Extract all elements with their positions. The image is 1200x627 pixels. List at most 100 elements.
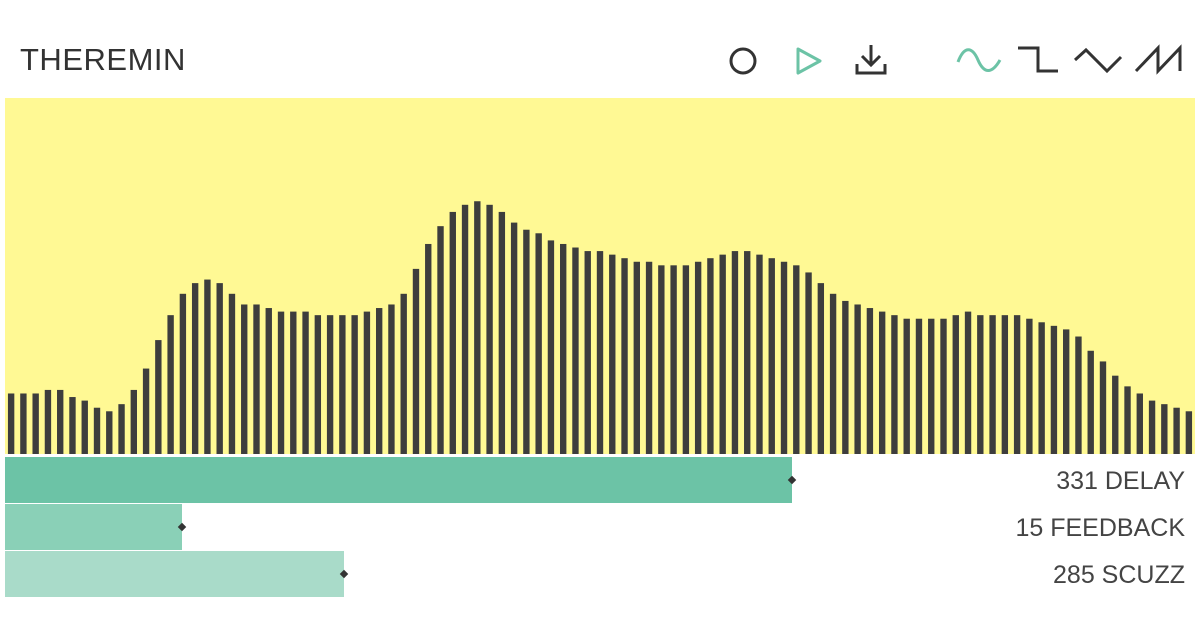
level-bar (682, 265, 690, 454)
level-bar (474, 201, 481, 454)
level-bar (670, 265, 677, 454)
feedback-label: 15 FEEDBACK (1015, 514, 1185, 542)
level-bar (866, 308, 874, 454)
level-bar (1038, 322, 1045, 454)
record-icon (729, 47, 757, 75)
level-bar (44, 389, 52, 454)
level-bar (498, 211, 506, 454)
level-bar (645, 261, 653, 454)
level-bar (829, 293, 837, 454)
audio-visualizer (5, 98, 1195, 454)
level-bar (903, 318, 910, 454)
level-bar (437, 226, 444, 454)
level-bar (314, 315, 322, 454)
level-bar (805, 272, 812, 454)
level-bar (1185, 411, 1193, 454)
download-button[interactable] (851, 40, 891, 80)
level-bar (928, 318, 935, 454)
level-bar (878, 311, 886, 454)
scuzz-slider-fill (5, 551, 345, 597)
level-bar (523, 229, 530, 454)
level-bar (989, 315, 996, 454)
level-bar (609, 254, 616, 454)
level-bar (793, 265, 800, 454)
level-bar (535, 233, 542, 454)
level-bar (572, 247, 579, 454)
waveform-sawtooth-button[interactable] (1134, 40, 1184, 80)
level-bar (253, 304, 260, 454)
level-bar (510, 222, 518, 454)
waveform-triangle-button[interactable] (1073, 40, 1123, 80)
feedback-slider[interactable]: 15 FEEDBACK (5, 504, 1195, 550)
level-bar (449, 211, 456, 454)
level-bar (817, 283, 825, 454)
level-bar (560, 243, 567, 454)
level-bar (1087, 350, 1094, 454)
level-bar (461, 204, 469, 454)
level-bar (204, 279, 211, 454)
level-bar (290, 311, 297, 454)
level-bar (326, 315, 334, 454)
level-bar (265, 308, 272, 454)
level-bar (596, 251, 604, 454)
play-icon (796, 47, 822, 75)
level-bar (547, 240, 555, 454)
level-bar (57, 389, 64, 454)
level-bar (780, 261, 788, 454)
level-bar (106, 411, 113, 454)
level-bar (658, 265, 665, 454)
level-bar (1173, 407, 1180, 454)
triangle-wave-icon (1073, 47, 1123, 74)
level-bar (32, 393, 39, 454)
sine-wave-icon (956, 48, 1002, 72)
level-bar (20, 393, 27, 454)
level-bar (81, 400, 88, 454)
level-bar (302, 311, 309, 454)
level-bar (768, 258, 775, 454)
level-bar (694, 261, 702, 454)
level-bar (1075, 336, 1082, 454)
level-bar (621, 258, 628, 454)
level-bar (69, 397, 76, 454)
record-button[interactable] (723, 40, 763, 80)
level-bar (952, 315, 959, 454)
level-bar (142, 368, 150, 454)
level-bar (241, 304, 248, 454)
level-bar (977, 315, 984, 454)
level-bar (93, 407, 101, 454)
level-bar (940, 318, 947, 454)
level-bar (1124, 386, 1131, 454)
level-bar (400, 293, 407, 454)
level-bar (1026, 318, 1033, 454)
level-bar (388, 304, 395, 454)
level-bar (216, 283, 223, 454)
sawtooth-wave-icon (1134, 44, 1182, 75)
play-button[interactable] (788, 40, 828, 80)
level-bar (891, 315, 898, 454)
feedback-slider-fill (5, 504, 183, 550)
level-bar (584, 251, 591, 454)
level-bar (7, 393, 15, 454)
level-bar (842, 300, 849, 454)
level-bar (1063, 329, 1070, 454)
level-bar (228, 293, 236, 454)
waveform-sine-button[interactable] (956, 40, 1002, 80)
level-bar (1050, 325, 1058, 454)
app-title: THEREMIN (20, 42, 186, 77)
level-bar (167, 315, 174, 454)
download-icon (855, 45, 887, 75)
level-bar (731, 251, 739, 454)
level-bar (915, 318, 923, 454)
delay-slider[interactable]: 331 DELAY (5, 457, 1195, 503)
level-bar (339, 315, 346, 454)
level-bar (1136, 393, 1143, 454)
level-bar (118, 404, 125, 454)
delay-label: 331 DELAY (1056, 467, 1185, 495)
level-bar (854, 304, 861, 454)
level-bar (351, 315, 358, 454)
level-bar (1148, 400, 1156, 454)
scuzz-slider[interactable]: 285 SCUZZ (5, 551, 1195, 597)
level-bar (1112, 375, 1119, 454)
level-bar (375, 308, 383, 454)
waveform-square-button[interactable] (1016, 40, 1062, 80)
